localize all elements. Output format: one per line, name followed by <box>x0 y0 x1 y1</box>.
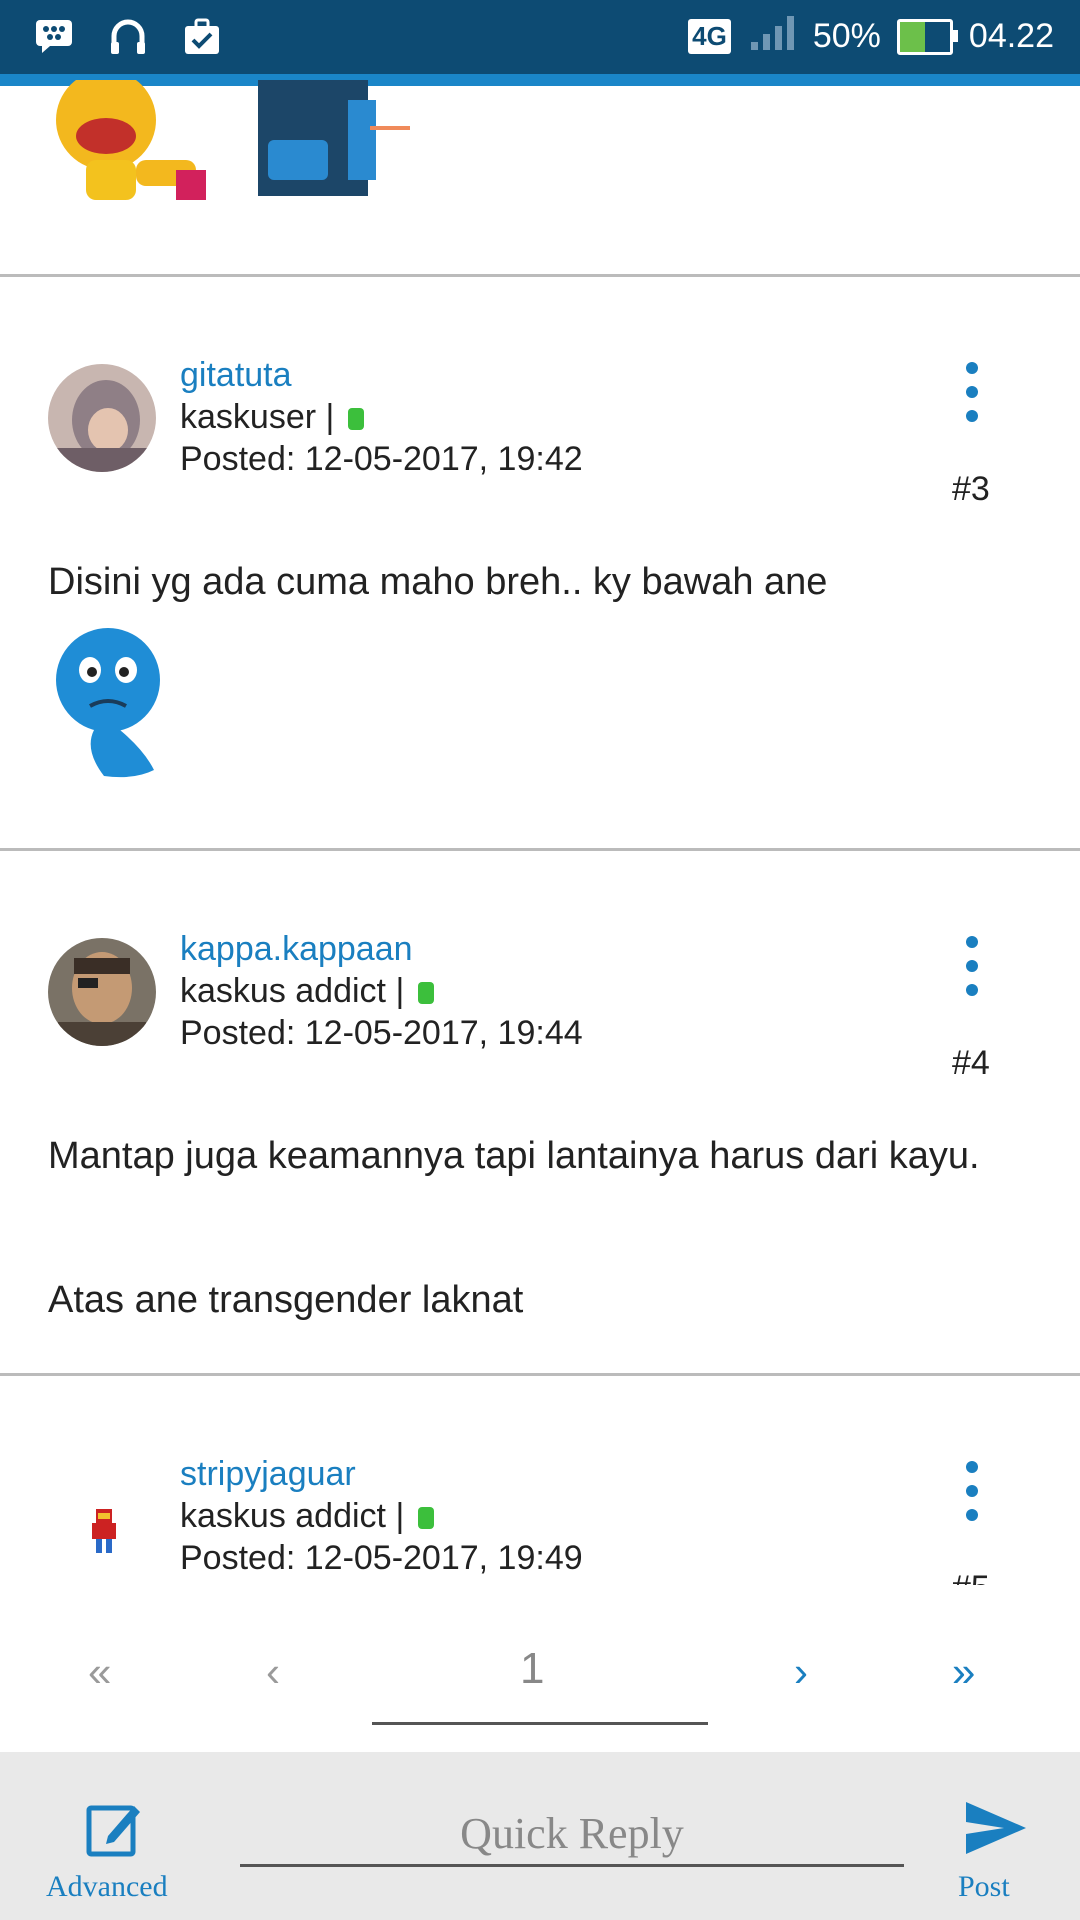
quick-reply-bar: Advanced Post <box>0 1752 1080 1920</box>
post-number: #3 <box>952 470 990 508</box>
avatar[interactable] <box>86 1505 122 1555</box>
post-number: #5 <box>952 1569 990 1585</box>
post-timestamp: Posted: 12-05-2017, 19:42 <box>180 440 583 478</box>
username-link[interactable]: kappa.kappaan <box>180 930 413 969</box>
battery-icon <box>896 18 958 55</box>
post-timestamp: Posted: 12-05-2017, 19:44 <box>180 1014 583 1052</box>
user-rank: kaskus addict | <box>180 972 435 1011</box>
quick-reply-input[interactable] <box>240 1802 904 1867</box>
user-rank: kaskuser | <box>180 398 365 437</box>
post-divider <box>0 274 1080 277</box>
post-content: Disini yg ada cuma maho breh.. ky bawah … <box>48 561 828 603</box>
status-bar: 4G 50% 04.22 <box>0 0 1080 86</box>
post-content-line: Atas ane transgender laknat <box>48 1279 524 1321</box>
current-page[interactable]: 1 <box>520 1644 544 1694</box>
headphones-icon <box>106 14 150 58</box>
last-page-button[interactable]: » <box>952 1648 975 1696</box>
post-5: stripyjaguar kaskus addict | Posted: 12-… <box>0 1375 1080 1585</box>
clock: 04.22 <box>968 17 1054 55</box>
advanced-button[interactable]: Advanced <box>46 1870 168 1904</box>
user-rank-label: kaskus addict | <box>180 1497 405 1535</box>
briefcase-check-icon <box>180 14 224 58</box>
post-number: #4 <box>952 1044 990 1082</box>
online-indicator <box>348 408 365 431</box>
post-content-line: Mantap juga keamannya tapi lantainya har… <box>48 1135 980 1177</box>
page-underline <box>372 1722 708 1725</box>
phone-emoticon-image <box>258 80 418 204</box>
avatar[interactable] <box>48 938 156 1046</box>
online-indicator <box>418 982 435 1005</box>
user-rank-label: kaskus addict | <box>180 972 405 1010</box>
prev-page-button[interactable]: ‹ <box>266 1648 280 1696</box>
username-link[interactable]: stripyjaguar <box>180 1455 356 1494</box>
more-options-icon[interactable] <box>960 1461 984 1521</box>
online-indicator <box>418 1507 435 1530</box>
post-divider <box>0 848 1080 851</box>
user-rank: kaskus addict | <box>180 1497 435 1536</box>
send-icon[interactable] <box>964 1800 1028 1856</box>
avatar[interactable] <box>48 364 156 472</box>
edit-icon[interactable] <box>86 1798 142 1858</box>
username-link[interactable]: gitatuta <box>180 356 292 395</box>
laughing-emoticon-image <box>56 70 216 210</box>
post-timestamp: Posted: 12-05-2017, 19:49 <box>180 1539 583 1577</box>
first-page-button[interactable]: « <box>88 1648 111 1696</box>
bbm-icon <box>32 14 76 58</box>
next-page-button[interactable]: › <box>794 1648 808 1696</box>
confused-emoticon-image <box>54 626 164 781</box>
signal-icon <box>747 12 797 61</box>
more-options-icon[interactable] <box>960 936 984 996</box>
more-options-icon[interactable] <box>960 362 984 422</box>
battery-percent: 50% <box>812 17 881 55</box>
user-rank-label: kaskuser | <box>180 398 335 436</box>
pagination: « ‹ 1 › » <box>0 1630 1080 1730</box>
post-button[interactable]: Post <box>958 1870 1010 1904</box>
network-type-badge: 4G <box>688 19 731 54</box>
